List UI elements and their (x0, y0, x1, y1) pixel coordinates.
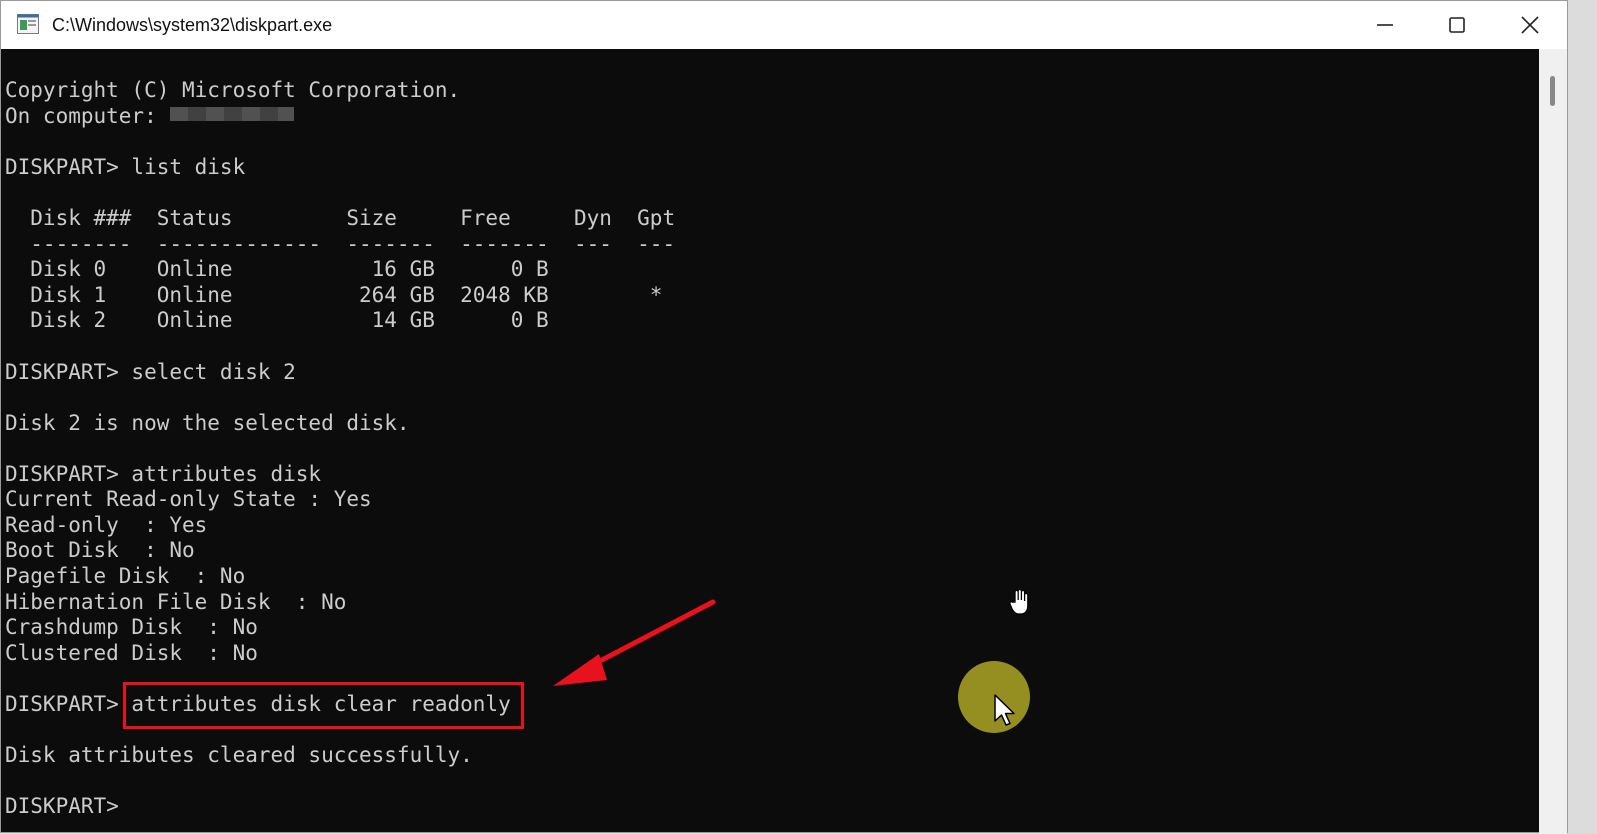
console-line: Read-only : Yes (5, 513, 208, 537)
minimize-button[interactable] (1349, 1, 1421, 49)
success-message: Disk attributes cleared successfully. (5, 743, 473, 767)
window-title: C:\Windows\system32\diskpart.exe (52, 15, 333, 35)
disk-table-row: Disk 1 Online 264 GB 2048 KB * (5, 283, 663, 307)
close-icon (1521, 16, 1539, 34)
console-line: Boot Disk : No (5, 538, 195, 562)
console-line: Hibernation File Disk : No (5, 590, 347, 614)
console-line: Copyright (C) Microsoft Corporation. (5, 78, 461, 102)
diskpart-window: C:\Windows\system32\diskpart.exe Copyrig… (0, 0, 1568, 834)
console-line: Current Read-only State : Yes (5, 487, 372, 511)
disk-table-header: Disk ### Status Size Free Dyn Gpt (5, 206, 676, 230)
close-button[interactable] (1494, 1, 1566, 49)
diskpart-prompt: DISKPART> (5, 794, 119, 818)
disk-table-row: Disk 0 Online 16 GB 0 B (5, 257, 549, 281)
console-line: Crashdump Disk : No (5, 615, 258, 639)
disk-table-row: Disk 2 Online 14 GB 0 B (5, 308, 549, 332)
maximize-button[interactable] (1421, 1, 1493, 49)
arrow-cursor-icon (994, 694, 1015, 726)
console-line: On computer: (5, 104, 157, 128)
command-highlight-box (123, 682, 524, 729)
console-line: Disk 2 is now the selected disk. (5, 411, 410, 435)
console-line: DISKPART> list disk (5, 155, 246, 179)
console-line: DISKPART> select disk 2 (5, 360, 296, 384)
vertical-scrollbar[interactable] (1539, 49, 1567, 834)
hand-cursor-icon (1009, 588, 1029, 615)
disk-table-separator: -------- ------------- ------- ------- -… (5, 232, 676, 256)
console-app-icon (17, 14, 39, 34)
minimize-icon (1377, 24, 1393, 26)
console-line: DISKPART> attributes disk (5, 462, 322, 486)
console-line: Pagefile Disk : No (5, 564, 246, 588)
red-arrow-icon (553, 599, 716, 686)
scrollbar-thumb[interactable] (1550, 76, 1555, 106)
maximize-icon (1449, 17, 1465, 33)
console-line: Clustered Disk : No (5, 641, 258, 665)
console-output[interactable]: Copyright (C) Microsoft Corporation. On … (5, 49, 1539, 834)
redacted-computer-name (170, 107, 294, 121)
title-bar[interactable]: C:\Windows\system32\diskpart.exe (1, 1, 1567, 49)
